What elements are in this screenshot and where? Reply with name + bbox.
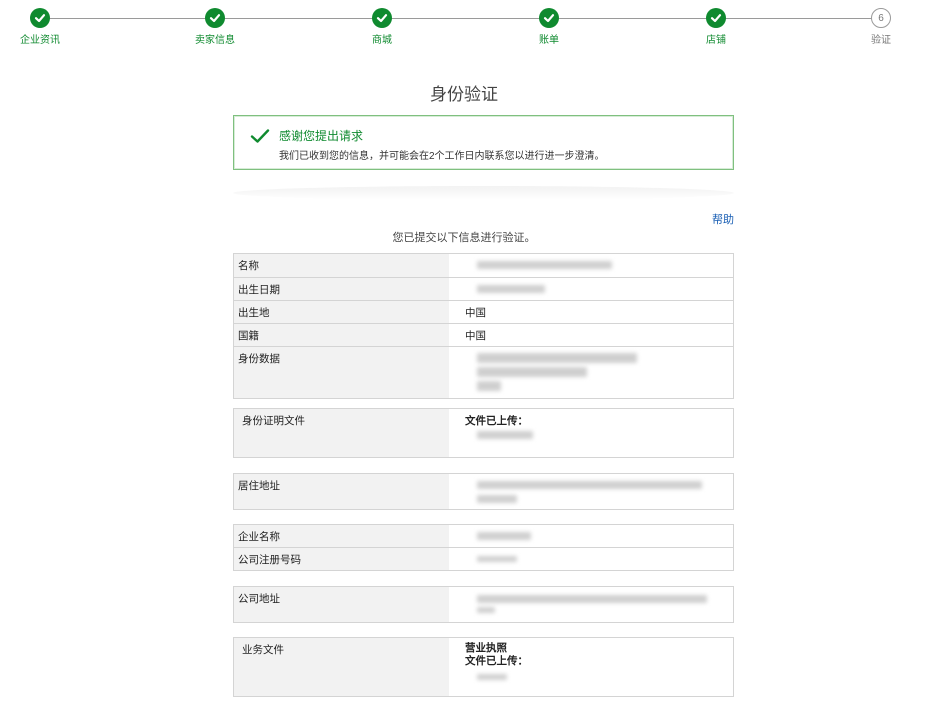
checkmark-icon <box>250 128 270 149</box>
step-verification: 6 验证 <box>841 8 921 46</box>
table-row: 身份证明文件 文件已上传： <box>234 409 733 457</box>
name-value-redacted <box>449 254 733 277</box>
residence-address-table: 居住地址 <box>233 473 734 510</box>
residence-address-value-redacted <box>449 474 733 509</box>
step-company-info: 企业资讯 <box>0 8 80 46</box>
table-row: 出生日期 <box>234 277 733 300</box>
company-address-value-redacted <box>449 587 733 622</box>
success-message: 我们已收到您的信息，并可能会在2个工作日内联系您以进行进一步澄清。 <box>279 151 605 162</box>
nationality-value: 中国 <box>465 330 486 342</box>
check-circle-icon <box>372 8 392 28</box>
document-type: 营业执照 <box>465 642 507 654</box>
id-proof-table: 身份证明文件 文件已上传： <box>233 408 734 458</box>
success-title: 感谢您提出请求 <box>279 129 364 143</box>
table-row: 出生地 中国 <box>234 300 733 323</box>
help-link[interactable]: 帮助 <box>712 211 734 227</box>
step-seller-info: 卖家信息 <box>175 8 255 46</box>
step-label: 商城 <box>372 35 392 46</box>
upload-status: 文件已上传： <box>465 655 528 667</box>
table-row: 公司地址 <box>234 587 733 622</box>
company-reg-number-value-redacted <box>449 548 733 570</box>
table-row: 企业名称 <box>234 525 733 547</box>
table-row: 居住地址 <box>234 474 733 509</box>
birth-date-value-redacted <box>449 278 733 300</box>
table-row: 身份数据 <box>234 346 733 398</box>
success-message-box: 感谢您提出请求 我们已收到您的信息，并可能会在2个工作日内联系您以进行进一步澄清… <box>233 115 734 170</box>
birth-place-label: 出生地 <box>234 301 449 323</box>
check-circle-icon <box>539 8 559 28</box>
id-data-label: 身份数据 <box>234 347 449 398</box>
step-store: 店铺 <box>676 8 756 46</box>
birth-date-label: 出生日期 <box>234 278 449 300</box>
residence-address-label: 居住地址 <box>234 474 449 509</box>
page-title: 身份验证 <box>430 85 498 104</box>
table-row: 国籍 中国 <box>234 323 733 346</box>
company-reg-number-label: 公司注册号码 <box>234 548 449 570</box>
step-label: 卖家信息 <box>195 35 235 46</box>
step-label: 企业资讯 <box>20 35 60 46</box>
step-label: 店铺 <box>706 35 726 46</box>
company-address-table: 公司地址 <box>233 586 734 623</box>
name-label: 名称 <box>234 254 449 277</box>
id-data-value-redacted <box>449 347 733 398</box>
check-circle-icon <box>706 8 726 28</box>
upload-status: 文件已上传： <box>465 415 528 427</box>
id-proof-label: 身份证明文件 <box>234 409 449 457</box>
nationality-label: 国籍 <box>234 324 449 346</box>
check-circle-icon <box>205 8 225 28</box>
table-row: 公司注册号码 <box>234 547 733 570</box>
section-divider <box>233 186 734 200</box>
step-marketplace: 商城 <box>342 8 422 46</box>
submitted-note: 您已提交以下信息进行验证。 <box>392 232 536 244</box>
table-row: 名称 <box>234 254 733 277</box>
birth-place-value: 中国 <box>465 307 486 319</box>
company-name-label: 企业名称 <box>234 525 449 547</box>
check-circle-icon <box>30 8 50 28</box>
company-name-value-redacted <box>449 525 733 547</box>
company-address-label: 公司地址 <box>234 587 449 622</box>
business-documents-table: 业务文件 营业执照 文件已上传： <box>233 637 734 697</box>
business-documents-value: 营业执照 文件已上传： <box>449 638 733 696</box>
step-billing: 账单 <box>509 8 589 46</box>
company-info-table: 企业名称 公司注册号码 <box>233 524 734 571</box>
progress-stepper: 企业资讯 卖家信息 商城 账单 店铺 6 验证 <box>0 0 928 52</box>
business-documents-label: 业务文件 <box>234 638 449 696</box>
id-proof-status: 文件已上传： <box>449 409 733 457</box>
identity-info-table: 名称 出生日期 出生地 中国 国籍 中国 身份数据 <box>233 253 734 399</box>
step-label: 账单 <box>539 35 559 46</box>
step-number: 6 <box>871 8 891 28</box>
table-row: 业务文件 营业执照 文件已上传： <box>234 638 733 696</box>
step-label: 验证 <box>871 35 891 46</box>
